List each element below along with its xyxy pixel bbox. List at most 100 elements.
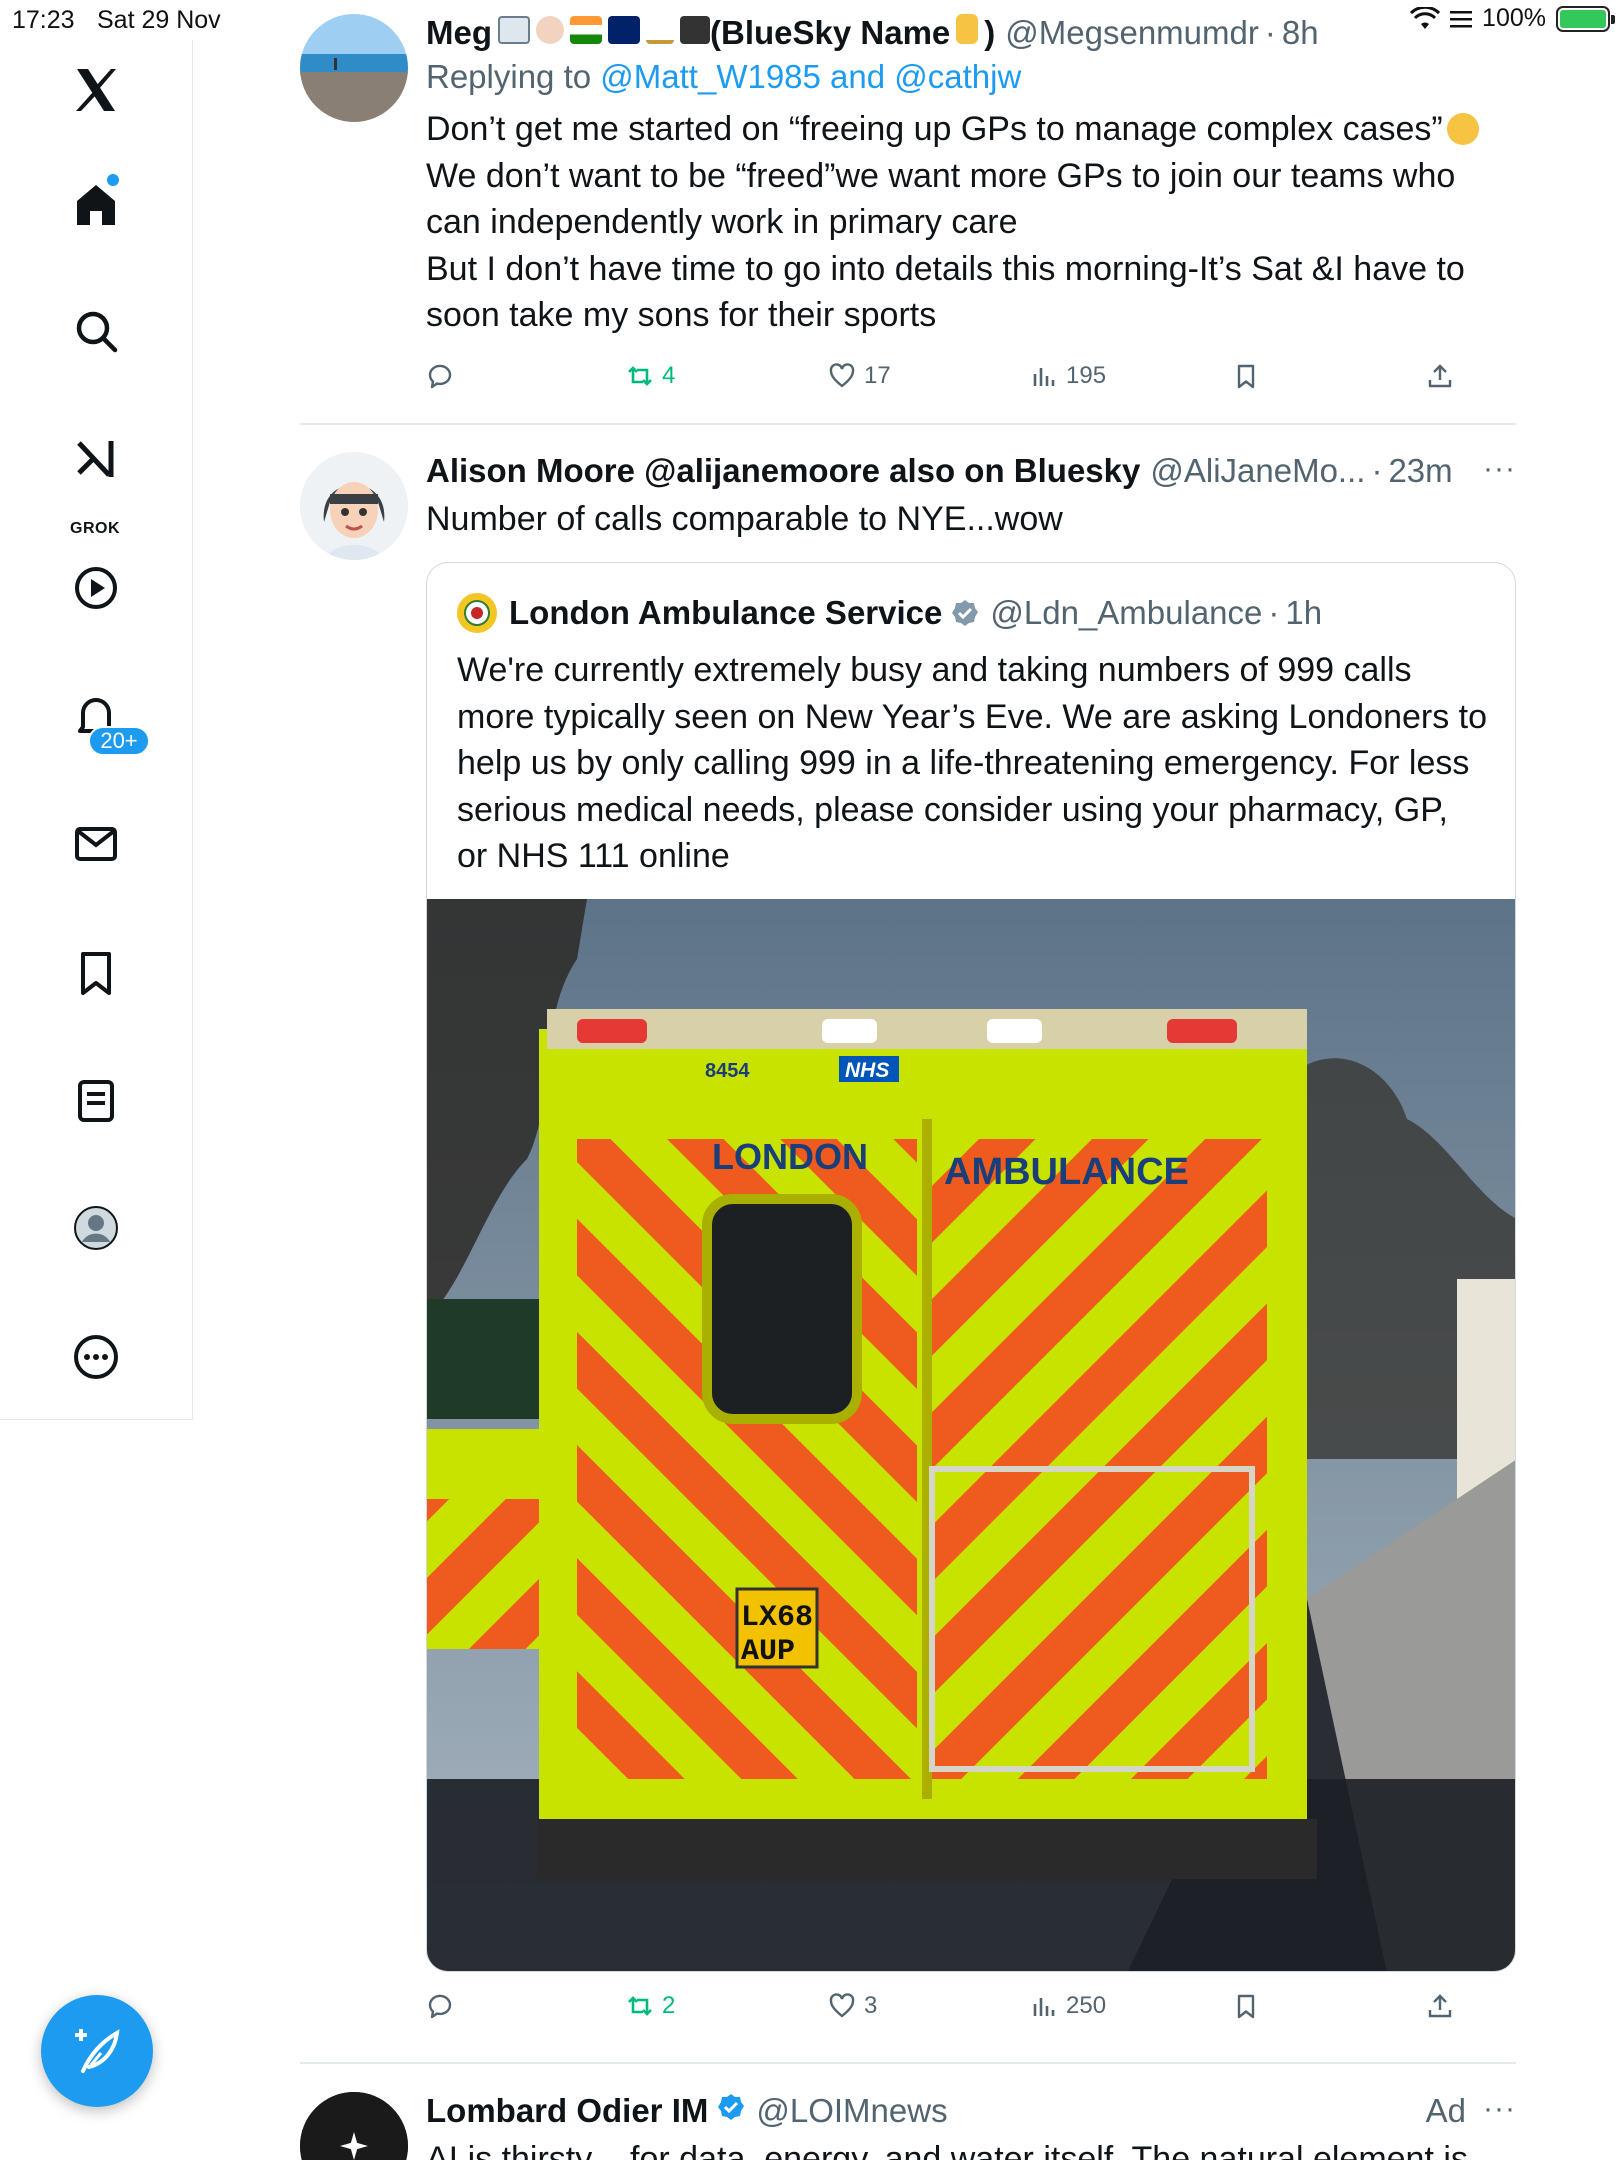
cricket-icon bbox=[646, 16, 674, 44]
replying-to: Replying to @Matt_W1985 and @cathjw bbox=[426, 58, 1516, 96]
views-button[interactable]: 250 bbox=[1030, 1992, 1106, 2020]
more-icon bbox=[74, 1335, 118, 1379]
reply-icon bbox=[428, 364, 452, 389]
sidebar-item-lists[interactable] bbox=[56, 1061, 136, 1141]
sidebar-item-video[interactable] bbox=[56, 548, 136, 628]
tweet-text-line: can independently work in primary care bbox=[426, 203, 1018, 241]
compose-feather-icon bbox=[75, 2029, 120, 2073]
share-button[interactable] bbox=[1426, 1992, 1454, 2020]
reply-button[interactable] bbox=[426, 362, 454, 390]
retweet-button[interactable]: 2 bbox=[626, 1992, 675, 2020]
like-button[interactable]: 3 bbox=[828, 1992, 877, 2020]
sidebar-item-profile[interactable] bbox=[56, 1188, 136, 1268]
share-button[interactable] bbox=[1426, 362, 1454, 390]
uk-flag-icon bbox=[608, 16, 640, 44]
author-handle[interactable]: @Megsenmumdr bbox=[1005, 14, 1259, 52]
quote-author-handle[interactable]: @Ldn_Ambulance bbox=[990, 594, 1262, 632]
compose-button[interactable] bbox=[41, 1995, 153, 2107]
views-button[interactable]: 195 bbox=[1030, 362, 1106, 390]
home-icon bbox=[77, 185, 115, 225]
bookmark-button[interactable] bbox=[1232, 1992, 1260, 2020]
tweet-header: Lombard Odier IM @LOIMnews bbox=[426, 2092, 1516, 2130]
x-logo-icon bbox=[76, 69, 116, 111]
emoji-icon bbox=[498, 16, 530, 44]
bookmark-icon bbox=[1237, 1994, 1255, 2019]
tweet-divider bbox=[300, 2062, 1516, 2064]
cartoon-avatar-image bbox=[300, 452, 408, 560]
sidebar-item-home-logo[interactable] bbox=[56, 50, 136, 130]
retweet-count: 4 bbox=[662, 362, 676, 389]
author-name[interactable]: Meg bbox=[426, 14, 492, 52]
quote-time[interactable]: 1h bbox=[1285, 594, 1322, 632]
quoted-tweet-card[interactable]: London Ambulance Service @Ldn_Ambulance … bbox=[426, 562, 1516, 1972]
retweet-icon bbox=[628, 366, 652, 386]
sidebar-item-home[interactable] bbox=[56, 164, 136, 244]
tweet-time[interactable]: 23m bbox=[1388, 452, 1452, 490]
camera-icon bbox=[680, 16, 710, 44]
status-time: 17:23 bbox=[12, 6, 75, 34]
ambulance-service-logo bbox=[457, 593, 497, 633]
separator-dot: · bbox=[1264, 14, 1276, 51]
retweet-icon bbox=[628, 1996, 652, 2016]
ad-label: Ad bbox=[1425, 2092, 1466, 2129]
author-handle[interactable]: @LOIMnews bbox=[756, 2092, 947, 2130]
more-options-button[interactable]: ··· bbox=[1483, 2092, 1516, 2126]
quote-author-name[interactable]: London Ambulance Service bbox=[509, 594, 942, 632]
india-flag-icon bbox=[570, 16, 602, 44]
bookmark-icon bbox=[1237, 364, 1255, 389]
replying-to-prefix: Replying to bbox=[426, 58, 592, 95]
tweet-text: Number of calls comparable to NYE...wow bbox=[426, 496, 1516, 543]
plate-line-2: AUP bbox=[741, 1635, 795, 1669]
sidebar-item-search[interactable] bbox=[56, 291, 136, 371]
retweet-button[interactable]: 4 bbox=[626, 362, 675, 390]
sidebar-item-messages[interactable] bbox=[56, 804, 136, 884]
london-livery-text: LONDON bbox=[712, 1136, 868, 1177]
views-chart-icon bbox=[1033, 1998, 1055, 2016]
tweet-header: Alison Moore @alijanemoore also on Blues… bbox=[426, 452, 1516, 490]
avatar[interactable] bbox=[300, 14, 408, 122]
tweet-divider bbox=[300, 423, 1516, 425]
tweet-text: AI is thirsty – for data, energy, and wa… bbox=[426, 2136, 1516, 2160]
avatar[interactable] bbox=[300, 452, 408, 560]
home-unread-dot bbox=[107, 174, 119, 186]
battery-icon bbox=[1556, 5, 1615, 32]
ambulance-photo-svg: 8454 NHS LONDON AMBULANCE LX68 AUP bbox=[427, 899, 1515, 1971]
heart-icon bbox=[829, 363, 855, 388]
tweet-text-line: Don’t get me started on “freeing up GPs … bbox=[426, 110, 1443, 148]
quote-text: We're currently extremely busy and takin… bbox=[457, 647, 1487, 880]
tweet-text-line: soon take my sons for their sports bbox=[426, 296, 937, 334]
author-handle[interactable]: @AliJaneMo... bbox=[1150, 452, 1365, 490]
tweet-text: Don’t get me started on “freeing up GPs … bbox=[426, 106, 1516, 339]
sidebar-item-grok[interactable] bbox=[56, 420, 136, 500]
sidebar-item-bookmarks[interactable] bbox=[56, 933, 136, 1013]
weary-face-icon bbox=[1446, 113, 1479, 145]
replying-to-link[interactable]: @Matt_W1985 and @cathjw bbox=[600, 58, 1021, 95]
grok-icon bbox=[77, 441, 114, 477]
author-name[interactable]: Alison Moore @alijanemoore also on Blues… bbox=[426, 452, 1140, 490]
quote-text-line: serious medical needs, please consider u… bbox=[457, 790, 1448, 829]
reply-button[interactable] bbox=[426, 1992, 454, 2020]
quote-header: London Ambulance Service @Ldn_Ambulance … bbox=[457, 593, 1322, 633]
fleet-number: 8454 bbox=[705, 1060, 750, 1082]
views-count: 250 bbox=[1066, 1992, 1107, 2019]
more-options-button[interactable]: ··· bbox=[1483, 452, 1516, 486]
tweet-actions: 2 3 250 bbox=[426, 1992, 1516, 2032]
like-count: 17 bbox=[864, 362, 891, 389]
tweet-time[interactable]: 8h bbox=[1282, 14, 1319, 52]
author-name-close: ) bbox=[984, 14, 996, 51]
tweet-header: Meg (BlueSky Name ) @Megsenmumdr · 8h bbox=[426, 14, 1516, 52]
heart-icon bbox=[829, 1993, 855, 2018]
avatar[interactable] bbox=[300, 2092, 408, 2160]
beach-avatar-image bbox=[300, 14, 408, 122]
search-icon bbox=[76, 311, 118, 353]
profile-icon bbox=[74, 1206, 118, 1250]
nhs-logo-text: NHS bbox=[845, 1059, 889, 1082]
ambulance-photo[interactable]: 8454 NHS LONDON AMBULANCE LX68 AUP bbox=[427, 899, 1515, 1971]
sidebar-item-more[interactable] bbox=[56, 1317, 136, 1397]
plate-line-1: LX68 bbox=[741, 1601, 813, 1635]
bookmark-button[interactable] bbox=[1232, 362, 1260, 390]
like-button[interactable]: 17 bbox=[828, 362, 891, 390]
sidebar-nav: GROK 20+ bbox=[0, 40, 193, 1420]
author-name[interactable]: Lombard Odier IM bbox=[426, 2092, 708, 2130]
share-icon bbox=[1428, 364, 1452, 388]
